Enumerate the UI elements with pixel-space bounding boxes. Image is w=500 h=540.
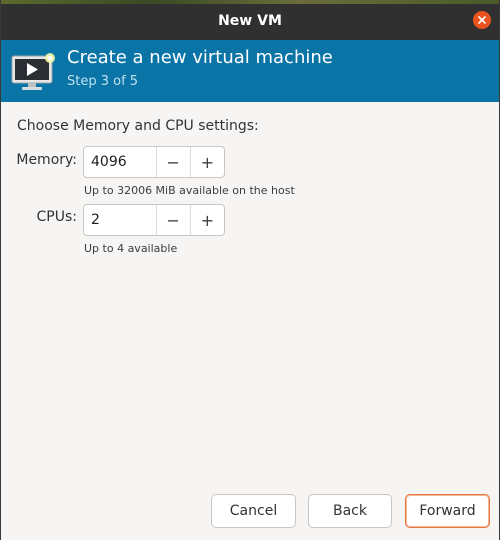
cpus-input[interactable]: 2 (84, 205, 156, 235)
window-title: New VM (218, 13, 282, 29)
minus-icon: − (166, 152, 180, 172)
virtual-machine-monitor-icon (11, 53, 55, 90)
title-bar[interactable]: New VM (1, 0, 499, 40)
cpus-spinbox[interactable]: 2 − + (83, 204, 225, 236)
new-vm-dialog: New VM Create a new virtual machine Step… (0, 0, 500, 540)
cpus-decrement-button[interactable]: − (155, 205, 190, 235)
section-label: Choose Memory and CPU settings: (17, 118, 259, 134)
minus-icon: − (166, 210, 180, 230)
wizard-step-indicator: Step 3 of 5 (67, 74, 139, 89)
cpus-increment-button[interactable]: + (189, 205, 224, 235)
wizard-heading: Create a new virtual machine (67, 47, 333, 68)
memory-label: Memory: (16, 152, 77, 168)
memory-hint: Up to 32006 MiB available on the host (84, 184, 295, 197)
memory-spinbox[interactable]: 4096 − + (83, 146, 225, 178)
close-button[interactable] (473, 11, 491, 29)
cpus-label: CPUs: (36, 209, 77, 225)
memory-decrement-button[interactable]: − (155, 147, 190, 177)
forward-button[interactable]: Forward (405, 494, 490, 528)
back-button[interactable]: Back (308, 494, 392, 528)
cancel-button[interactable]: Cancel (211, 494, 296, 528)
plus-icon: + (200, 152, 215, 172)
cpus-hint: Up to 4 available (84, 242, 178, 255)
memory-increment-button[interactable]: + (189, 147, 224, 177)
memory-input[interactable]: 4096 (84, 147, 156, 177)
close-icon (478, 16, 486, 24)
wizard-header: Create a new virtual machine Step 3 of 5 (1, 40, 499, 102)
plus-icon: + (200, 210, 215, 230)
